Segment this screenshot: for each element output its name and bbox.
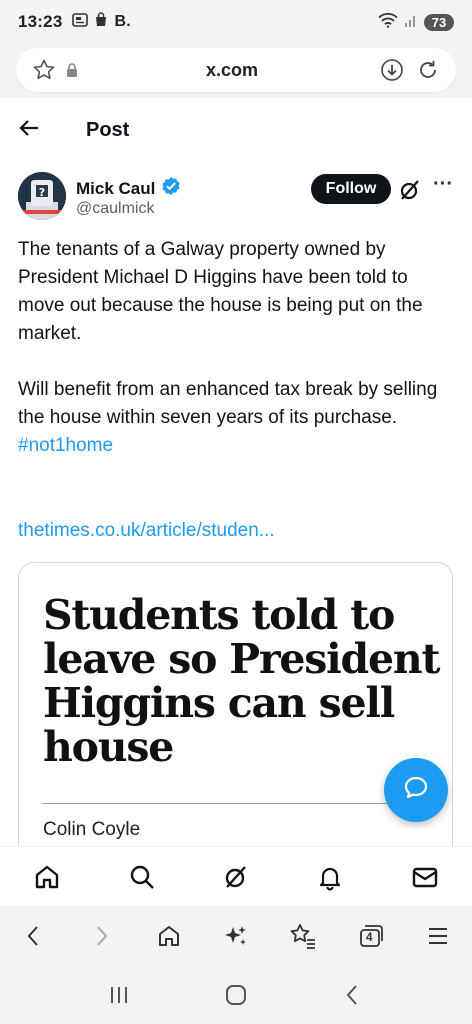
system-home-icon[interactable] [216, 975, 256, 1015]
article-author: Colin Coyle [43, 819, 141, 840]
download-icon[interactable] [378, 56, 406, 84]
browser-home-icon[interactable] [149, 916, 189, 956]
svg-text:?: ? [39, 186, 45, 199]
signal-icon [404, 13, 418, 32]
compose-message-button[interactable] [384, 758, 448, 822]
avatar[interactable]: ? [18, 172, 66, 220]
more-options-icon[interactable]: ··· [430, 174, 456, 200]
article-headline: Students told to leave so President Higg… [43, 591, 440, 771]
app-bottom-nav [0, 846, 472, 906]
post-header: Post [0, 104, 472, 156]
sparkle-icon[interactable] [216, 916, 256, 956]
follow-button[interactable]: Follow [311, 174, 391, 204]
system-back-icon[interactable] [333, 975, 373, 1015]
search-icon[interactable] [122, 857, 162, 897]
tabs-count: 4 [365, 930, 373, 944]
hashtag-link[interactable]: #not1home [18, 432, 456, 460]
url-text[interactable]: x.com [86, 60, 378, 81]
bookmarks-icon[interactable] [283, 916, 323, 956]
back-icon[interactable] [14, 916, 54, 956]
author-name-text[interactable]: Mick Caul [76, 179, 155, 199]
wifi-icon [378, 12, 398, 33]
article-link[interactable]: thetimes.co.uk/article/studen... [18, 520, 275, 542]
carrier-label: B. [114, 13, 131, 30]
tabs-icon[interactable]: 4 [351, 916, 391, 956]
back-arrow-icon[interactable] [18, 118, 40, 143]
status-right: 73 [378, 12, 454, 33]
home-icon[interactable] [27, 857, 67, 897]
author-handle[interactable]: @caulmick [76, 200, 154, 218]
menu-icon[interactable] [418, 916, 458, 956]
page-title: Post [86, 118, 130, 141]
recent-apps-icon[interactable] [99, 975, 139, 1015]
post-author-row: ? Mick Caul @caulmick Follow ··· [18, 170, 456, 226]
link-preview-card[interactable]: Students told to leave so President Higg… [18, 562, 453, 862]
shopping-bag-icon [94, 12, 108, 32]
status-bar: 13:23 B. 73 [0, 0, 472, 44]
grok-icon[interactable] [398, 178, 422, 202]
news-icon [72, 12, 89, 32]
post-paragraph-2: Will benefit from an enhanced tax break … [18, 379, 438, 428]
forward-icon[interactable] [81, 916, 121, 956]
author-name[interactable]: Mick Caul [76, 176, 181, 201]
browser-bottom-nav: 4 [0, 906, 472, 966]
battery-indicator: 73 [424, 13, 454, 31]
bookmark-star-icon[interactable] [30, 56, 58, 84]
grok-nav-icon[interactable] [216, 857, 256, 897]
bell-icon[interactable] [310, 857, 350, 897]
post-text: The tenants of a Galway property owned b… [18, 236, 456, 460]
system-nav-bar [0, 966, 472, 1024]
divider [43, 803, 423, 804]
post-paragraph-1: The tenants of a Galway property owned b… [18, 239, 423, 344]
address-bar[interactable]: x.com [16, 48, 456, 92]
chat-bubble-icon [402, 774, 430, 807]
lock-icon[interactable] [58, 56, 86, 84]
verified-badge-icon [161, 176, 181, 201]
reload-icon[interactable] [414, 56, 442, 84]
browser-toolbar: x.com [0, 44, 472, 98]
status-notifications: B. [72, 12, 131, 32]
mail-icon[interactable] [405, 857, 445, 897]
status-time: 13:23 [18, 12, 63, 31]
